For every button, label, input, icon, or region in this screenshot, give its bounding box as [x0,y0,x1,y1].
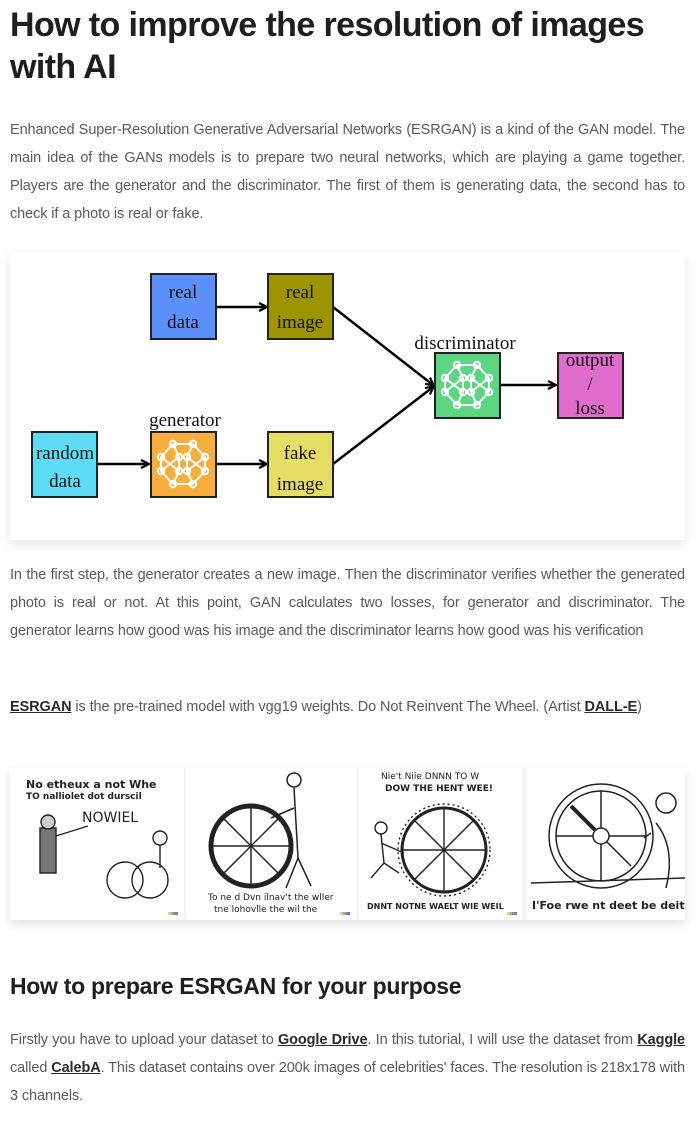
gallery-caption: Nie't Niie DNNN TO W [381,772,480,782]
node-fake-image-line2: image [277,474,323,495]
prepare-paragraph: Firstly you have to upload your dataset … [10,1026,685,1110]
node-real-data: real data [150,273,217,340]
gallery-image-3[interactable]: Nie't Niie DNNN TO W DOW THE HENT WEE! D… [359,768,523,920]
gallery-caption: tne lohovlle the wil the [214,905,318,915]
node-generator-label: generator [149,410,221,431]
gan-explanation-paragraph: In the first step, the generator creates… [10,567,685,639]
node-output-line2: / [587,374,593,395]
node-discriminator: discriminator [414,333,516,419]
gallery-caption: No etheux a not Whe [26,778,157,791]
esrgan-text: is the pre-trained model with vgg19 weig… [71,699,585,715]
page-title: How to improve the resolution of images … [10,6,645,86]
node-real-data-line1: real [169,282,197,303]
gallery-caption: NOWIEL [82,810,139,826]
node-real-image-line1: real [286,282,314,303]
gan-diagram: real data real image random data generat… [10,252,685,540]
kaggle-link[interactable]: Kaggle [637,1032,685,1048]
gallery-image-1[interactable]: No etheux a not Whe TO nalliolet dot dur… [10,768,184,920]
gallery-caption: TO nalliolet dot durscil [26,792,142,802]
node-output-line1: output [566,350,615,371]
section-heading: How to prepare ESRGAN for your purpose [10,973,462,999]
dalle-link[interactable]: DALL-E [585,699,638,715]
esrgan-link[interactable]: ESRGAN [10,699,72,715]
intro-paragraph: Enhanced Super-Resolution Generative Adv… [10,122,685,222]
prepare-text-2: . In this tutorial, I will use the datas… [367,1032,638,1048]
gallery-image-2[interactable]: To ne d Dvn ilnav't the wller tne lohovl… [186,768,356,920]
node-fake-image: fake image [267,431,334,498]
gallery-caption: To ne d Dvn ilnav't the wller [208,893,334,903]
dalle-watermark [507,912,517,915]
node-real-image: real image [267,273,334,340]
node-random-data-line1: random [36,443,94,464]
node-discriminator-label: discriminator [414,333,516,354]
prepare-text-4: . This dataset contains over 200k images… [10,1060,686,1104]
node-output-line3: loss [575,398,605,419]
node-real-data-line2: data [167,312,199,333]
gallery-caption: I'Foe rwe nt deet be deit d [532,899,685,912]
prepare-text-3: called [10,1060,52,1076]
esrgan-text-end: ) [637,699,642,715]
node-fake-image-line1: fake [284,443,317,464]
node-random-data-line2: data [49,471,81,492]
google-drive-link[interactable]: Google Drive [278,1032,368,1048]
gallery-image-4[interactable]: I'Foe rwe nt deet be deit d [526,768,685,920]
dalle-image-gallery: No etheux a not Whe TO nalliolet dot dur… [10,768,685,920]
gallery-caption: DNNT NOTNE WAELT WIE WEIL [367,902,504,911]
node-output-loss: output / loss [557,350,624,419]
node-real-image-line2: image [277,312,323,333]
node-generator: generator [149,410,222,498]
node-random-data: random data [31,431,98,498]
celeba-link[interactable]: CalebA [51,1060,100,1076]
arrow-fakeimage-to-discriminator [332,387,433,465]
esrgan-paragraph: ESRGAN is the pre-trained model with vgg… [10,693,685,721]
dalle-watermark [340,912,350,915]
dalle-watermark [168,912,178,915]
gallery-caption: DOW THE HENT WEE! [385,784,493,794]
prepare-text-1: Firstly you have to upload your dataset … [10,1032,278,1048]
